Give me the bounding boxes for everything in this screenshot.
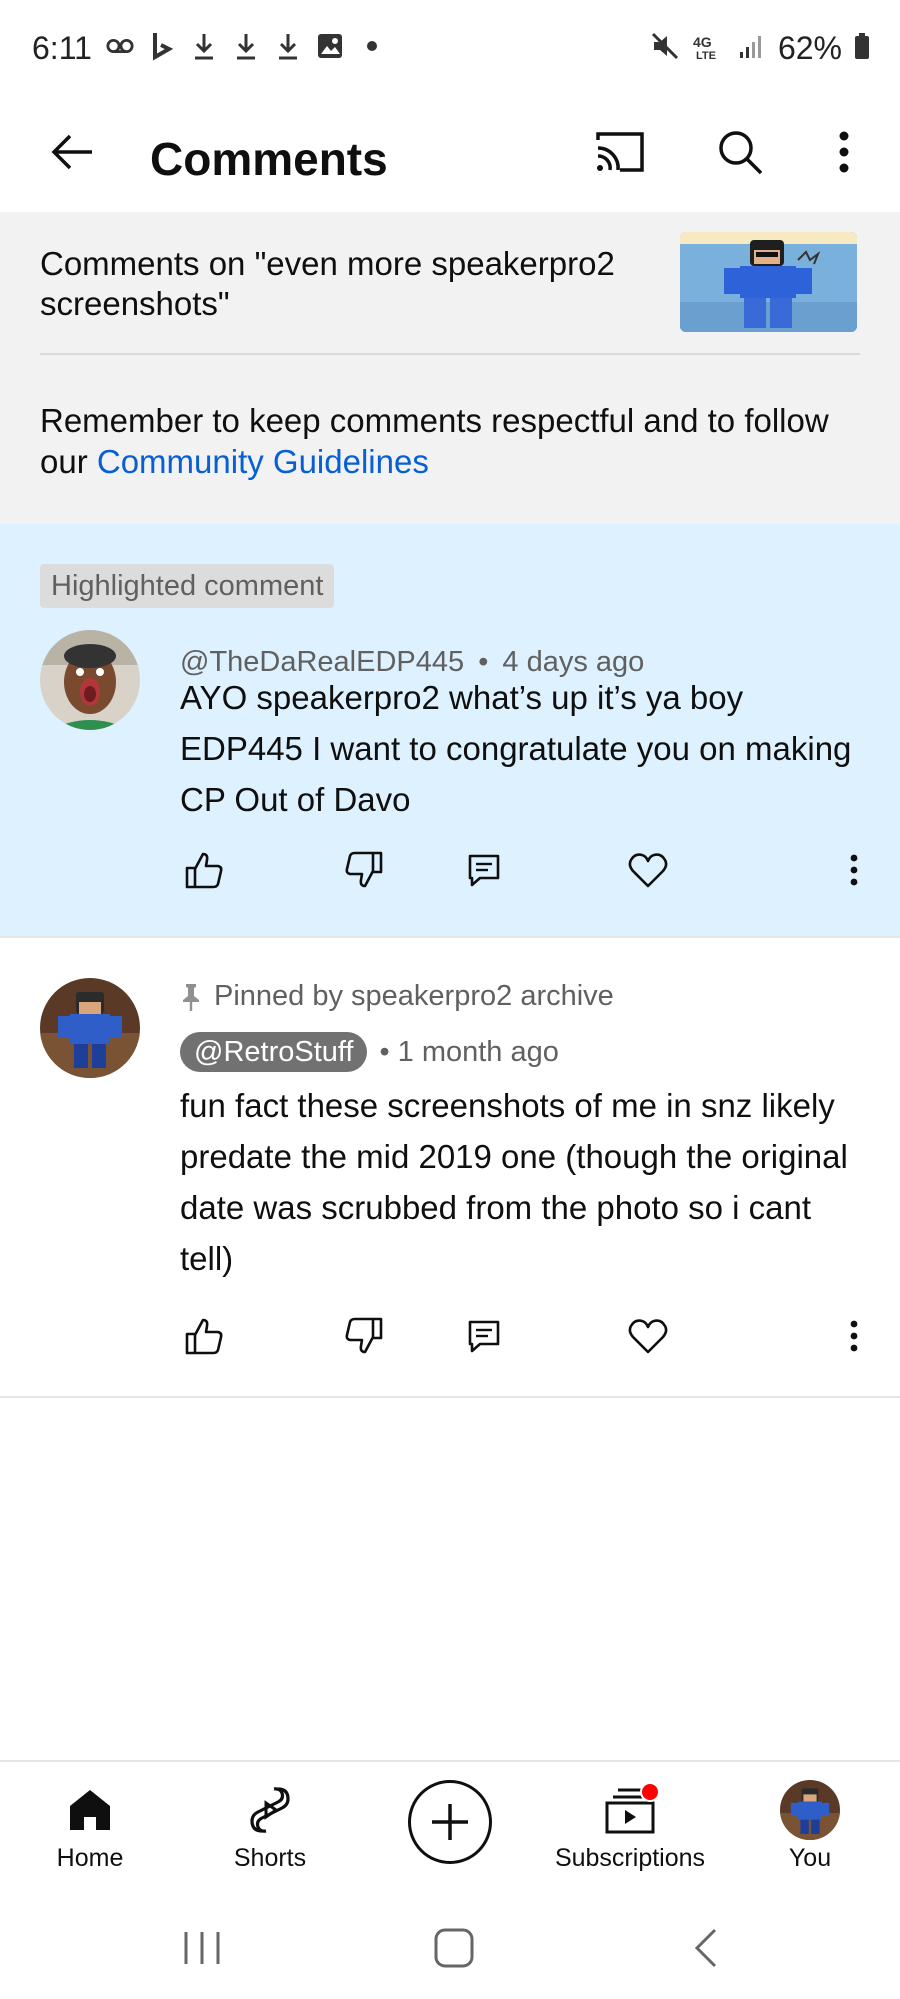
voicemail-icon (106, 30, 134, 62)
battery-icon (854, 32, 870, 65)
back-system-button[interactable] (666, 1918, 746, 1978)
cast-button[interactable] (588, 120, 652, 184)
reply-button[interactable] (460, 846, 508, 894)
video-info-panel: Comments on "even more speakerpro2 scree… (0, 212, 900, 524)
reply-icon (468, 854, 500, 887)
recents-button[interactable] (162, 1918, 242, 1978)
back-button[interactable] (40, 120, 104, 184)
cast-icon (596, 132, 644, 172)
more-vert-icon (850, 854, 858, 886)
highlighted-comment: Highlighted comment @TheDaRealEDP445 • 4… (0, 524, 900, 936)
recents-icon (184, 1932, 220, 1964)
svg-text:LTE: LTE (696, 50, 716, 61)
thumbs-down-icon (345, 1317, 383, 1354)
comment-actions (180, 1312, 880, 1372)
thumbs-up-icon (185, 852, 223, 889)
status-bar: 6:11 4G LTE 62% (0, 0, 900, 100)
nav-subscriptions[interactable]: Subscriptions (540, 1780, 720, 1873)
comment-meta: @RetroStuff • 1 month ago (180, 1032, 559, 1072)
signal-icon (738, 32, 766, 65)
status-notification-icons (106, 30, 386, 62)
heart-icon (628, 1319, 668, 1354)
square-home-icon (434, 1928, 474, 1968)
status-time: 6:11 (32, 30, 92, 66)
avatar[interactable] (40, 630, 140, 730)
meta-separator: • (379, 1035, 390, 1068)
reply-button[interactable] (460, 1312, 508, 1360)
bing-icon (148, 30, 176, 62)
lte-icon: 4G LTE (692, 31, 726, 66)
svg-text:4G: 4G (693, 34, 712, 50)
notification-dot (640, 1782, 660, 1802)
pin-icon (183, 983, 199, 1011)
nav-you-label: You (788, 1844, 832, 1872)
download-icon (232, 30, 260, 62)
avatar[interactable] (40, 978, 140, 1078)
dot-icon (358, 30, 386, 62)
pinned-comment: Pinned by speakerpro2 archive @RetroStuf… (0, 938, 900, 1396)
comment-text: AYO speakerpro2 what’s up it’s ya boy ED… (180, 679, 852, 818)
plus-icon (432, 1804, 468, 1840)
nav-you[interactable]: You (720, 1780, 900, 1873)
heart-button[interactable] (624, 846, 672, 894)
comment-more-button[interactable] (830, 1312, 878, 1360)
more-vert-icon (839, 131, 849, 173)
download-icon (190, 30, 218, 62)
download-icon (274, 30, 302, 62)
nav-home-label: Home (56, 1844, 124, 1872)
more-vert-icon (850, 1320, 858, 1352)
battery-level: 62% (777, 30, 842, 66)
comment-more-button[interactable] (830, 846, 878, 894)
comment-text: fun fact these screenshots of me in snz … (180, 1087, 848, 1277)
pinned-label: Pinned by speakerpro2 archive (214, 980, 614, 1012)
more-options-button[interactable] (812, 120, 876, 184)
pinned-indicator: Pinned by speakerpro2 archive (180, 980, 614, 1013)
image-icon (316, 30, 344, 62)
shorts-icon (250, 1787, 290, 1833)
home-icon (70, 1790, 110, 1830)
comment-author-chip[interactable]: @RetroStuff (180, 1032, 368, 1072)
community-guidelines-link[interactable]: Community Guidelines (97, 443, 429, 480)
home-system-button[interactable] (414, 1918, 494, 1978)
search-icon (719, 131, 763, 175)
video-title: Comments on "even more speakerpro2 scree… (40, 245, 615, 322)
thumbs-up-icon (185, 1318, 223, 1355)
divider (40, 353, 860, 355)
nav-home[interactable]: Home (0, 1780, 180, 1873)
heart-button[interactable] (624, 1312, 672, 1360)
like-button[interactable] (180, 846, 228, 894)
arrow-left-icon (51, 134, 92, 170)
heart-icon (628, 853, 668, 888)
video-thumbnail[interactable] (680, 232, 857, 332)
like-button[interactable] (180, 1312, 228, 1360)
mute-icon (650, 31, 680, 66)
highlighted-comment-badge: Highlighted comment (40, 564, 335, 608)
nav-subscriptions-label: Subscriptions (554, 1844, 706, 1872)
system-navigation-bar (0, 1890, 900, 1999)
avatar (780, 1780, 840, 1840)
dislike-button[interactable] (340, 1312, 388, 1360)
dislike-button[interactable] (340, 846, 388, 894)
guidelines-notice: Remember to keep comments respectful and… (40, 400, 860, 482)
search-button[interactable] (708, 120, 772, 184)
comment-time: 1 month ago (397, 1035, 559, 1068)
thumbs-down-icon (345, 851, 383, 888)
bottom-navigation: Home Shorts Subscriptions You (0, 1760, 900, 1890)
nav-shorts[interactable]: Shorts (180, 1780, 360, 1873)
reply-icon (468, 1320, 500, 1353)
comment-actions (180, 846, 880, 906)
chevron-left-icon (694, 1928, 717, 1968)
app-header: Comments (0, 100, 900, 210)
divider (0, 1396, 900, 1398)
status-system-icons: 4G LTE 62% (650, 30, 870, 67)
create-button[interactable] (408, 1780, 492, 1864)
page-title: Comments (150, 133, 388, 185)
nav-shorts-label: Shorts (233, 1844, 307, 1872)
